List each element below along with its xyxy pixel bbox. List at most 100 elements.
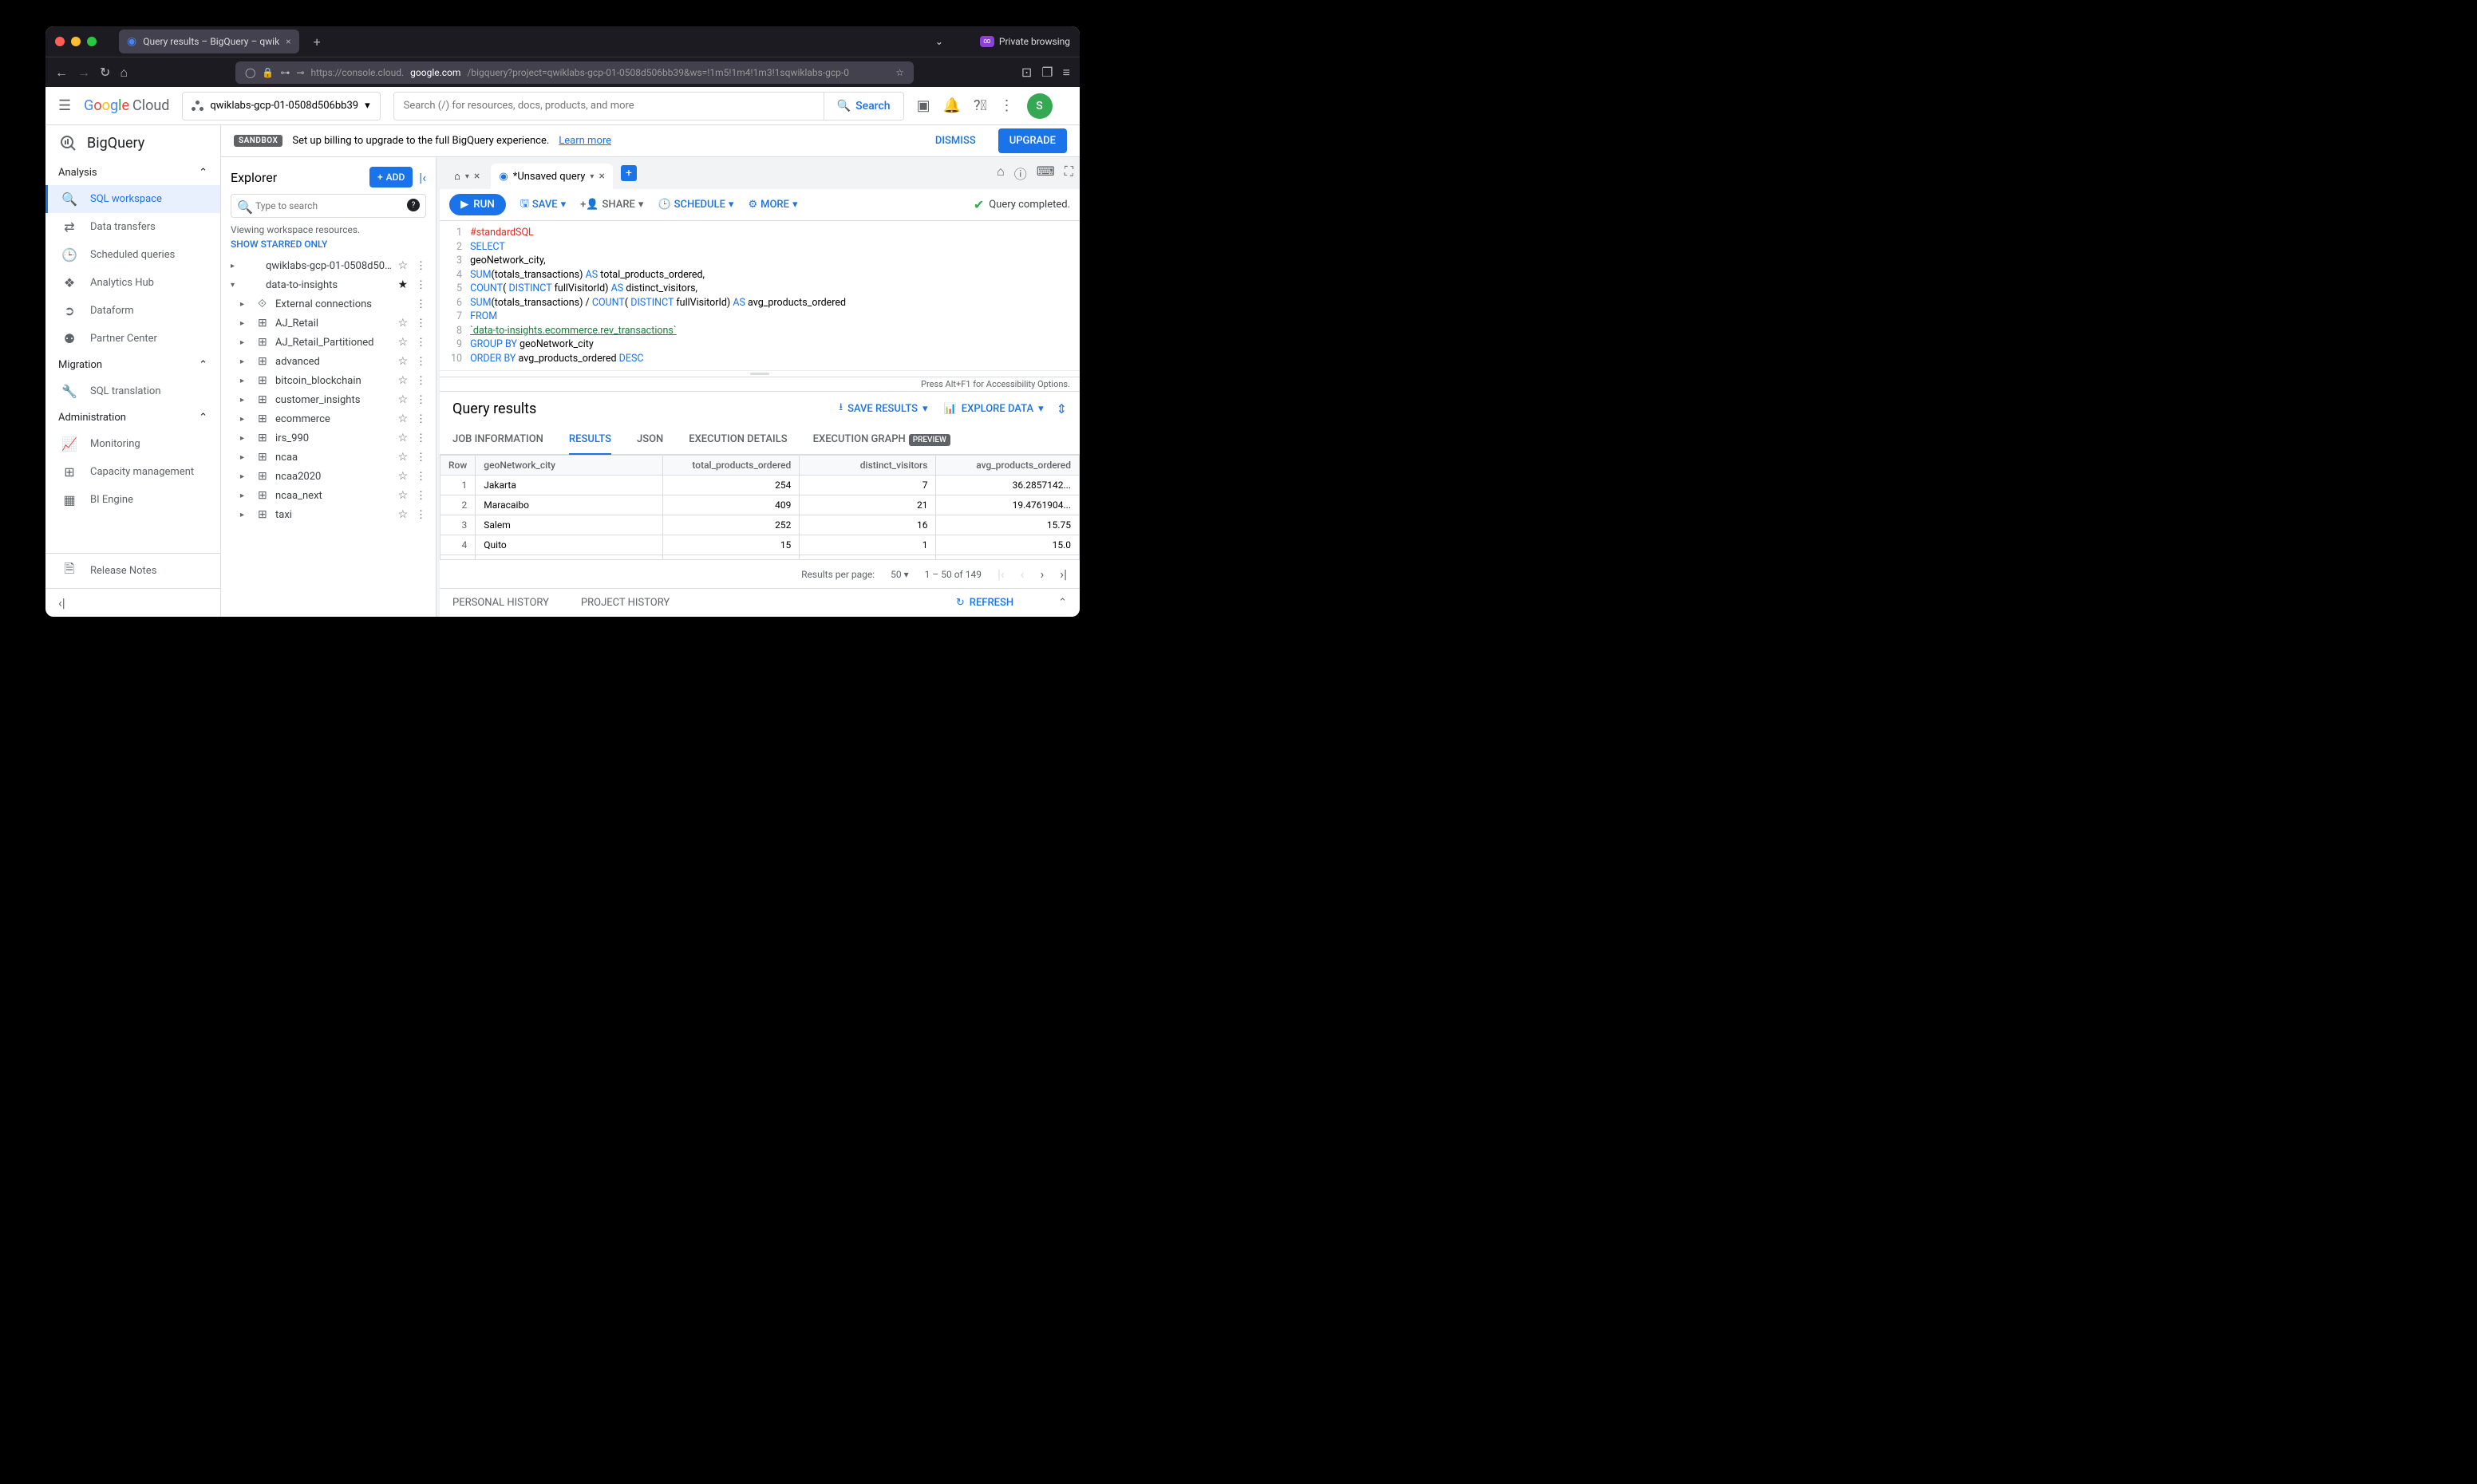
tree-item[interactable]: ▸⊞bitcoin_blockchain☆⋮ (221, 371, 436, 390)
nav-section-administration[interactable]: Administration⌃ (45, 405, 220, 430)
window-close[interactable] (55, 37, 65, 46)
nav-sql-workspace[interactable]: 🔍SQL workspace (45, 185, 220, 213)
expand-arrow-icon[interactable]: ▸ (240, 453, 253, 462)
expand-arrow-icon[interactable]: ▸ (240, 491, 253, 500)
expand-arrow-icon[interactable]: ▸ (240, 338, 253, 347)
more-vertical-icon[interactable]: ⋮ (1000, 97, 1014, 114)
tree-item[interactable]: ▸⊞ncaa☆⋮ (221, 448, 436, 467)
expand-arrow-icon[interactable]: ▸ (231, 262, 243, 270)
more-vertical-icon[interactable]: ⋮ (413, 394, 429, 406)
more-vertical-icon[interactable]: ⋮ (413, 356, 429, 368)
learn-more-link[interactable]: Learn more (559, 135, 611, 147)
nav-data-transfers[interactable]: ⇄Data transfers (45, 213, 220, 241)
column-header[interactable]: distinct_visitors (800, 456, 936, 476)
reload-icon[interactable]: ↻ (100, 65, 110, 80)
editor-info-icon[interactable]: ⓘ (1014, 164, 1027, 183)
per-page-select[interactable]: 50 ▾ (891, 569, 909, 580)
table-row[interactable]: 4Quito15115.0 (440, 535, 1080, 555)
expand-arrow-icon[interactable]: ▸ (240, 396, 253, 405)
extensions-icon[interactable]: ❐ (1041, 65, 1053, 80)
gcp-nav-menu-icon[interactable]: ☰ (58, 97, 71, 114)
more-vertical-icon[interactable]: ⋮ (413, 260, 429, 272)
star-icon[interactable]: ☆ (397, 432, 408, 444)
nav-dataform[interactable]: ➲Dataform (45, 297, 220, 325)
collapse-sidebar-button[interactable]: ‹| (45, 588, 220, 617)
nav-section-migration[interactable]: Migration⌃ (45, 353, 220, 377)
nav-monitoring[interactable]: 📈Monitoring (45, 430, 220, 458)
url-input[interactable]: ◯ 🔒 ⊶ ⊸ https://console.cloud.google.com… (235, 61, 914, 84)
close-tab-icon[interactable]: × (286, 36, 290, 47)
run-button[interactable]: ▶RUN (449, 194, 506, 215)
more-vertical-icon[interactable]: ⋮ (413, 279, 429, 291)
add-button[interactable]: +ADD (369, 167, 413, 187)
menu-hamburger-icon[interactable]: ≡ (1063, 65, 1070, 81)
next-page-icon[interactable]: › (1040, 566, 1044, 582)
nav-scheduled-queries[interactable]: 🕒Scheduled queries (45, 241, 220, 269)
add-tab-button[interactable]: + (621, 165, 637, 181)
sql-editor[interactable]: 12345678910 #standardSQL SELECT geoNetwo… (440, 221, 1080, 370)
browser-tab[interactable]: ◉ Query results – BigQuery – qwik × (119, 30, 299, 53)
tree-item[interactable]: ▸⊞irs_990☆⋮ (221, 428, 436, 448)
more-vertical-icon[interactable]: ⋮ (413, 432, 429, 444)
nav-bi-engine[interactable]: ▦BI Engine (45, 486, 220, 514)
show-starred-link[interactable]: SHOW STARRED ONLY (221, 239, 436, 256)
share-button[interactable]: +👤SHARE▾ (580, 199, 643, 211)
window-minimize[interactable] (71, 37, 81, 46)
star-icon[interactable]: ☆ (397, 355, 408, 368)
star-icon[interactable]: ☆ (397, 317, 408, 330)
window-maximize[interactable] (87, 37, 97, 46)
table-row[interactable]: 1Jakarta254736.2857142... (440, 476, 1080, 495)
tree-item[interactable]: ▸⊞customer_insights☆⋮ (221, 390, 436, 409)
more-vertical-icon[interactable]: ⋮ (413, 490, 429, 502)
tab-execution-graph[interactable]: EXECUTION GRAPHPREVIEW (813, 425, 950, 454)
more-vertical-icon[interactable]: ⋮ (413, 337, 429, 349)
editor-query-tab[interactable]: ◉ *Unsaved query ▾ × (491, 164, 613, 189)
tab-results[interactable]: RESULTS (569, 425, 611, 455)
star-icon[interactable]: ☆ (397, 336, 408, 349)
tree-item[interactable]: ▸⊞ecommerce☆⋮ (221, 409, 436, 428)
bookmark-star-icon[interactable]: ☆ (895, 67, 904, 78)
cloud-shell-icon[interactable]: ▣ (917, 97, 930, 114)
tree-item[interactable]: ▾data-to-insights★⋮ (221, 275, 436, 294)
tree-item[interactable]: ▸⊞AJ_Retail_Partitioned☆⋮ (221, 333, 436, 352)
table-row[interactable]: 2Maracaibo4092119.4761904... (440, 495, 1080, 515)
column-header[interactable]: geoNetwork_city (476, 456, 663, 476)
home-icon[interactable]: ⌂ (120, 65, 128, 81)
gcp-search-button[interactable]: 🔍 Search (824, 93, 903, 120)
tree-item[interactable]: ▸qwiklabs-gcp-01-0508d506bb39☆⋮ (221, 256, 436, 275)
last-page-icon[interactable]: ›| (1060, 566, 1067, 582)
save-button[interactable]: 🖫SAVE▾ (520, 196, 566, 214)
tab-execution-details[interactable]: EXECUTION DETAILS (689, 425, 787, 454)
chevron-down-icon[interactable]: ⌄ (935, 36, 943, 47)
expand-arrow-icon[interactable]: ▸ (240, 377, 253, 385)
more-vertical-icon[interactable]: ⋮ (413, 298, 429, 310)
more-vertical-icon[interactable]: ⋮ (413, 471, 429, 483)
notifications-icon[interactable]: 🔔 (943, 97, 961, 114)
schedule-button[interactable]: 🕒SCHEDULE▾ (658, 199, 733, 211)
nav-capacity[interactable]: ⊞Capacity management (45, 458, 220, 486)
first-page-icon[interactable]: |‹ (998, 566, 1005, 582)
explorer-search-input[interactable] (231, 194, 426, 218)
dismiss-button[interactable]: DISMISS (935, 135, 976, 147)
nav-release-notes[interactable]: 🗎Release Notes (45, 553, 220, 588)
editor-home-tab[interactable]: ⌂▾× (446, 164, 488, 189)
explore-data-button[interactable]: 📊EXPLORE DATA▾ (944, 403, 1044, 415)
google-cloud-logo[interactable]: GoogleCloud (84, 97, 169, 114)
column-header[interactable]: avg_products_ordered (936, 456, 1080, 476)
back-icon[interactable]: ← (55, 65, 68, 81)
new-tab-button[interactable]: + (314, 34, 321, 49)
close-icon[interactable]: × (474, 170, 480, 183)
tree-item[interactable]: ▸⊞AJ_Retail☆⋮ (221, 314, 436, 333)
more-vertical-icon[interactable]: ⋮ (413, 318, 429, 330)
close-tab-icon[interactable]: × (599, 170, 604, 183)
expand-arrow-icon[interactable]: ▸ (240, 472, 253, 481)
nav-sql-translation[interactable]: 🔧SQL translation (45, 377, 220, 405)
more-vertical-icon[interactable]: ⋮ (413, 452, 429, 464)
personal-history-tab[interactable]: PERSONAL HISTORY (452, 597, 549, 609)
forward-icon[interactable]: → (77, 65, 90, 81)
star-icon[interactable]: ☆ (397, 393, 408, 406)
save-results-button[interactable]: ⭳SAVE RESULTS▾ (839, 400, 928, 417)
refresh-button[interactable]: ↻REFRESH (956, 597, 1013, 609)
project-selector[interactable]: qwiklabs-gcp-01-0508d506bb39 ▾ (182, 92, 380, 120)
tree-item[interactable]: ▸⊞ncaa_next☆⋮ (221, 486, 436, 505)
